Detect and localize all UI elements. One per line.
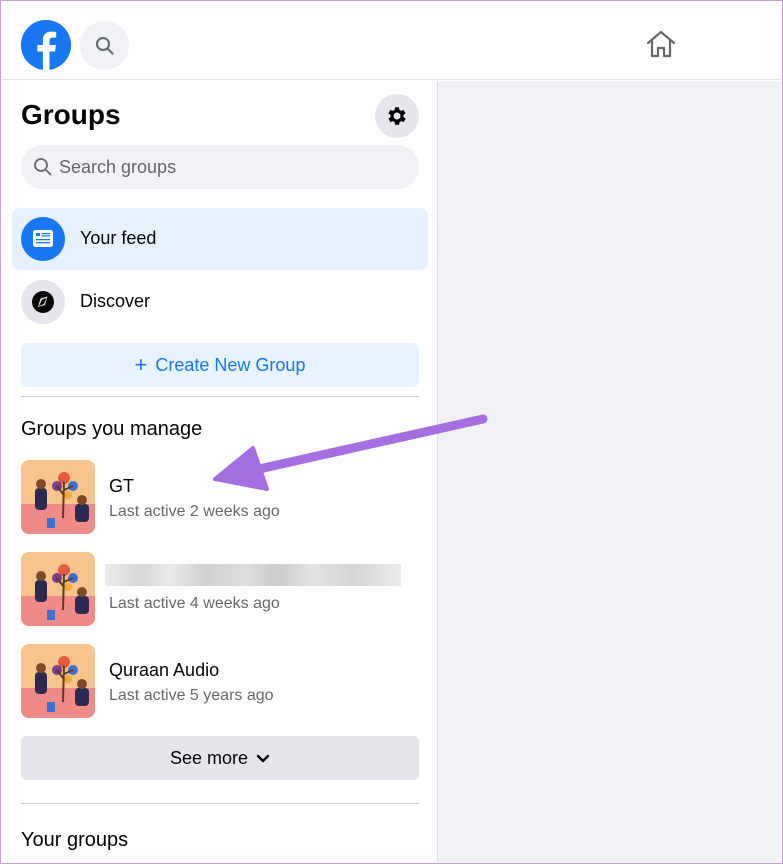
group-item-gt[interactable]: GT Last active 2 weeks ago: [21, 460, 421, 534]
group-name: GT: [109, 476, 134, 496]
chevron-down-icon: [256, 754, 270, 762]
see-more-button[interactable]: See more: [21, 736, 419, 780]
search-groups-field[interactable]: [21, 145, 419, 189]
facebook-logo-icon[interactable]: [21, 20, 71, 70]
group-last-active: Last active 4 weeks ago: [109, 595, 280, 612]
nav-label: Discover: [80, 291, 151, 311]
create-new-group-button[interactable]: + Create New Group: [21, 343, 419, 387]
nav-item-your-feed[interactable]: Your feed: [12, 208, 428, 270]
page-title: Groups: [21, 99, 121, 130]
group-name-redacted: [105, 564, 401, 586]
feed-icon: [21, 217, 65, 261]
app-window: Groups Search groups Your feed Discover …: [0, 0, 783, 864]
see-more-label: See more: [169, 747, 249, 768]
group-cover-image: [21, 552, 95, 626]
group-cover-image: [21, 644, 95, 718]
section-title-groups-you-manage: Groups you manage: [21, 418, 203, 440]
group-last-active: Last active 2 weeks ago: [109, 503, 280, 520]
group-cover-image: [21, 460, 95, 534]
group-name: Quraan Audio: [109, 660, 220, 680]
divider: [21, 803, 419, 804]
group-item-quraan-audio[interactable]: Quraan Audio Last active 5 years ago: [21, 644, 421, 718]
nav-item-discover[interactable]: Discover: [12, 271, 428, 333]
section-title-your-groups: Your groups: [21, 829, 129, 851]
groups-sidebar: Groups Search groups Your feed Discover …: [2, 81, 438, 862]
search-icon: [96, 37, 114, 55]
group-item-hidden[interactable]: Last active 4 weeks ago: [21, 552, 421, 626]
search-button[interactable]: [80, 21, 129, 70]
search-icon: [34, 158, 52, 176]
gear-icon: [388, 107, 406, 125]
nav-label: Your feed: [80, 228, 157, 248]
group-last-active: Last active 5 years ago: [109, 687, 274, 704]
divider: [21, 396, 419, 397]
search-groups-input[interactable]: [59, 145, 409, 189]
home-icon[interactable]: [645, 29, 677, 64]
plus-icon: +: [134, 352, 148, 377]
top-navigation-bar: [2, 2, 781, 80]
discover-icon: [21, 280, 65, 324]
settings-button[interactable]: [375, 94, 419, 138]
main-content-area: [438, 81, 781, 862]
create-new-group-label: Create New Group: [155, 355, 306, 375]
